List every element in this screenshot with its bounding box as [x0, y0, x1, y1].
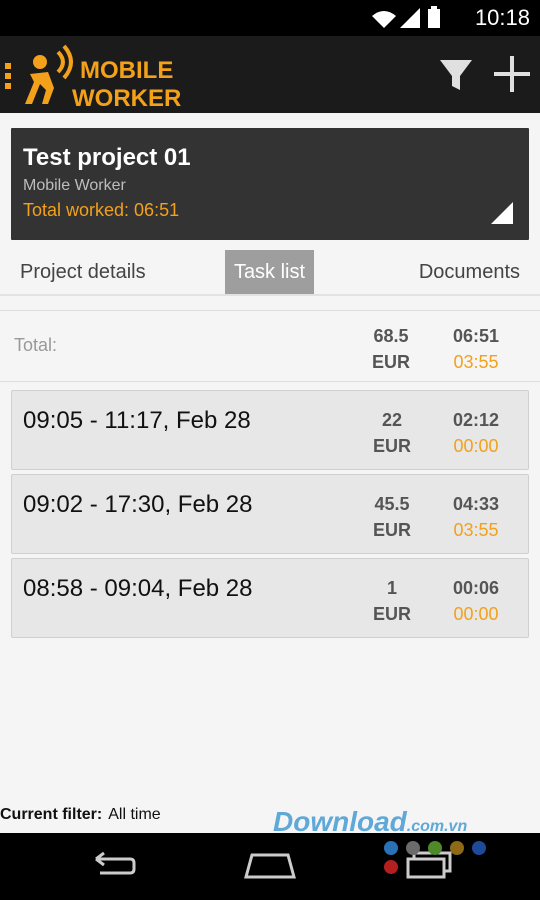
project-card[interactable]: Test project 01 Mobile Worker Total work…	[11, 128, 529, 240]
expand-corner-icon[interactable]	[491, 202, 513, 224]
tab-project-details[interactable]: Project details	[20, 250, 146, 294]
dot-blue	[384, 841, 398, 855]
task-row[interactable]: 09:05 - 11:17, Feb 28 22 EUR 02:12 00:00	[11, 390, 529, 470]
task-time-value: 02:12	[452, 410, 500, 430]
task-amount: 1 EUR	[352, 575, 432, 627]
total-label: Total:	[14, 335, 58, 355]
dot-navy	[472, 841, 486, 855]
task-amount-value: 22	[381, 410, 403, 430]
add-icon[interactable]	[492, 54, 532, 94]
svg-text:WORKER: WORKER	[72, 85, 181, 110]
total-time-value: 06:51	[452, 326, 500, 346]
signal-icon	[400, 8, 420, 28]
tab-bar: Project details Task list Documents	[0, 250, 540, 296]
task-time-value: 00:06	[452, 578, 500, 598]
svg-text:MOBILE: MOBILE	[80, 57, 173, 84]
wifi-icon	[372, 11, 396, 28]
tab-documents[interactable]: Documents	[419, 250, 520, 294]
tab-divider	[0, 294, 540, 296]
status-time: 10:18	[474, 5, 530, 30]
task-time: 02:12 00:00	[436, 407, 516, 459]
task-time-secondary: 00:00	[453, 436, 499, 456]
app-logo: MOBILE WORKER	[25, 44, 181, 110]
total-amount-value: 68.5	[373, 326, 409, 346]
project-title: Test project 01	[23, 144, 191, 171]
task-time-value: 04:33	[452, 494, 500, 514]
task-amount: 22 EUR	[352, 407, 432, 459]
status-bar: 10:18	[0, 0, 540, 36]
project-total-worked: Total worked: 06:51	[23, 200, 180, 220]
total-time: 06:51 03:55	[436, 323, 516, 375]
task-time-secondary: 00:00	[453, 604, 499, 624]
task-row[interactable]: 09:02 - 17:30, Feb 28 45.5 EUR 04:33 03:…	[11, 474, 529, 554]
dot-brown	[450, 841, 464, 855]
task-time: 00:06 00:00	[436, 575, 516, 627]
task-time-secondary: 03:55	[453, 520, 499, 540]
current-filter-label: Current filter:	[0, 806, 103, 823]
task-time: 04:33 03:55	[436, 491, 516, 543]
back-icon[interactable]	[88, 849, 136, 881]
task-amount: 45.5 EUR	[352, 491, 432, 543]
total-currency: EUR	[371, 352, 410, 372]
task-currency: EUR	[372, 604, 411, 624]
task-currency: EUR	[372, 520, 411, 540]
dot-red	[384, 860, 398, 874]
task-amount-value: 1	[386, 578, 397, 598]
status-icons	[372, 6, 440, 28]
current-filter: Current filter: All time	[0, 806, 161, 824]
dot-gray	[406, 841, 420, 855]
total-time-secondary: 03:55	[453, 352, 499, 372]
task-range: 08:58 - 09:04, Feb 28	[23, 575, 253, 602]
task-amount-value: 45.5	[374, 494, 410, 514]
total-amount: 68.5 EUR	[351, 323, 431, 375]
total-summary-row: Total: 68.5 EUR 06:51 03:55	[0, 310, 540, 382]
battery-icon	[428, 6, 440, 28]
current-filter-value: All time	[108, 806, 161, 823]
runner-icon	[25, 44, 73, 104]
filter-icon[interactable]	[436, 54, 476, 94]
dot-green	[428, 841, 442, 855]
color-dots	[384, 841, 514, 874]
overflow-menu-icon[interactable]	[5, 63, 11, 93]
project-subtitle: Mobile Worker	[23, 177, 126, 194]
home-icon[interactable]	[242, 849, 298, 881]
task-currency: EUR	[372, 436, 411, 456]
tab-task-list[interactable]: Task list	[225, 250, 314, 294]
task-range: 09:02 - 17:30, Feb 28	[23, 491, 253, 518]
task-row[interactable]: 08:58 - 09:04, Feb 28 1 EUR 00:06 00:00	[11, 558, 529, 638]
task-range: 09:05 - 11:17, Feb 28	[23, 407, 251, 434]
